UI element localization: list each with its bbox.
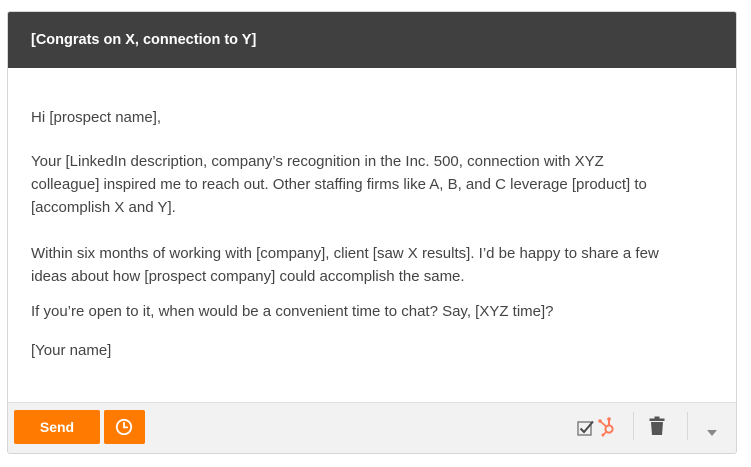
compose-toolbar: Send bbox=[8, 402, 736, 453]
greeting-line: Hi [prospect name], bbox=[31, 109, 162, 126]
paragraph-results-line-1: Within six months of working with [compa… bbox=[31, 245, 659, 262]
paragraph-intro-line-2: colleague] inspired me to reach out. Oth… bbox=[31, 176, 647, 193]
send-button[interactable]: Send bbox=[14, 410, 100, 444]
checkbox-icon bbox=[577, 420, 594, 436]
paragraph-results-line-2: ideas about how [prospect company] could… bbox=[31, 268, 465, 285]
toolbar-divider bbox=[633, 412, 634, 440]
title-bar: [Congrats on X, connection to Y] bbox=[8, 12, 736, 68]
paragraph-intro: Your [LinkedIn description, company’s re… bbox=[31, 150, 647, 219]
caret-down-icon bbox=[707, 430, 717, 436]
email-compose-window: [Congrats on X, connection to Y] Hi [pro… bbox=[7, 11, 737, 454]
schedule-send-button[interactable] bbox=[104, 410, 145, 444]
email-subject-title: [Congrats on X, connection to Y] bbox=[31, 32, 257, 48]
signature-line: [Your name] bbox=[31, 342, 112, 359]
paragraph-results: Within six months of working with [compa… bbox=[31, 242, 659, 288]
hubspot-tracking-toggle[interactable] bbox=[576, 417, 620, 441]
more-options-dropdown[interactable] bbox=[707, 423, 717, 441]
paragraph-intro-line-3: [accomplish X and Y]. bbox=[31, 199, 176, 216]
clock-icon bbox=[115, 418, 133, 436]
toolbar-divider bbox=[687, 412, 688, 440]
paragraph-cta: If you’re open to it, when would be a co… bbox=[31, 303, 554, 320]
delete-button[interactable] bbox=[649, 416, 665, 441]
trash-icon bbox=[649, 416, 665, 435]
paragraph-intro-line-1: Your [LinkedIn description, company’s re… bbox=[31, 153, 604, 170]
hubspot-sprocket-icon bbox=[598, 417, 614, 437]
